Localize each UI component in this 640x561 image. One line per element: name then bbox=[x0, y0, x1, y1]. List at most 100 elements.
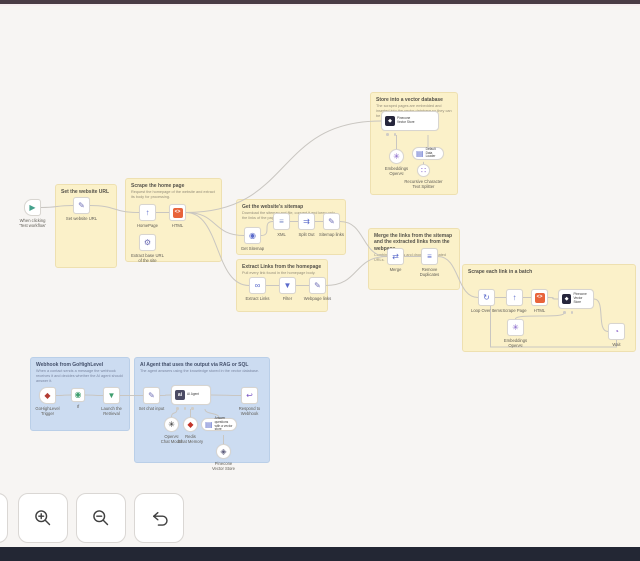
node-set_links[interactable]: ✎ bbox=[309, 277, 326, 294]
document-icon: ≡ bbox=[279, 216, 284, 226]
node-label: Webpage links bbox=[303, 296, 332, 301]
node-http_home[interactable]: ↑ bbox=[139, 204, 156, 221]
node-vs_main[interactable]: ◆ Pinecone Vector Store bbox=[381, 111, 439, 131]
node-label: Wait bbox=[612, 342, 621, 347]
node-label: Redis Chat Memory bbox=[177, 434, 204, 445]
node-emb_batch[interactable]: ✳ bbox=[507, 319, 524, 336]
funnel-icon: ▼ bbox=[107, 390, 116, 400]
undo-button[interactable] bbox=[134, 493, 184, 543]
note-description: Combine both lists and drop the duplicat… bbox=[374, 252, 446, 262]
node-loop[interactable]: ↻ bbox=[478, 289, 495, 306]
node-label: Embeddings OpenAI bbox=[503, 338, 528, 349]
node-set_sitemap[interactable]: ✎ bbox=[323, 213, 340, 230]
node-merge[interactable]: ⇄ bbox=[387, 248, 404, 265]
node-html_home[interactable]: <> bbox=[169, 204, 186, 221]
note-description: When a contact sends a message the webho… bbox=[36, 369, 123, 384]
note-description: Request the homepage of the website and … bbox=[131, 190, 215, 200]
magnifier-plus-icon bbox=[35, 510, 51, 526]
node-filter_msg[interactable]: ▼ bbox=[103, 387, 120, 404]
node-trigger[interactable]: ▶ bbox=[24, 199, 41, 216]
node-set_chat[interactable]: ✎ bbox=[143, 387, 160, 404]
node-extract_links[interactable]: ∞ bbox=[249, 277, 266, 294]
split-out-icon: ⇉ bbox=[303, 216, 310, 226]
node-emb_main[interactable]: ✳ bbox=[389, 149, 404, 164]
robot-icon: ai bbox=[175, 390, 185, 400]
node-filter_links[interactable]: ▼ bbox=[279, 277, 296, 294]
edge-partial-button[interactable] bbox=[0, 493, 8, 543]
note-title: Scrape the home page bbox=[131, 183, 185, 189]
text-splitter-icon: ∷ bbox=[420, 165, 427, 175]
node-set_url[interactable]: ✎ bbox=[73, 197, 90, 214]
node-memory[interactable]: ◆ bbox=[183, 417, 198, 432]
database-icon: ◆ bbox=[562, 294, 572, 304]
node-inner-label: Answer questions with a vector store bbox=[214, 415, 233, 432]
node-if_node[interactable]: ◉ bbox=[71, 388, 85, 402]
clock-icon: ◔ bbox=[614, 326, 619, 336]
node-split_sitemap[interactable]: ⇉ bbox=[298, 213, 315, 230]
node-vs_tool_db[interactable]: ◈ bbox=[216, 444, 231, 459]
merge-icon: ⇄ bbox=[392, 251, 399, 261]
node-label: Remove Duplicates bbox=[419, 267, 440, 278]
workflow-canvas[interactable]: Set the website URL Scrape the home page R… bbox=[0, 0, 640, 561]
node-gh_trigger[interactable]: ◆ bbox=[39, 387, 56, 404]
node-inner-label: AI Agent bbox=[187, 392, 200, 397]
node-vs_batch[interactable]: ◆ Pinecone Vector Store bbox=[558, 289, 594, 309]
node-html_page[interactable]: <> bbox=[531, 289, 548, 306]
note-title: Merge the links from the sitemap and the… bbox=[374, 233, 453, 252]
node-dedupe[interactable]: ≡ bbox=[421, 248, 438, 265]
sub-connector-dots bbox=[176, 407, 194, 410]
embeddings-icon: ✳ bbox=[512, 322, 519, 332]
vector-tool-icon: ▤ bbox=[205, 419, 213, 429]
pencil-icon: ✎ bbox=[328, 216, 335, 226]
http-request-icon: ↑ bbox=[145, 207, 150, 217]
note-title: Webhook from GoHighLevel bbox=[36, 362, 104, 368]
node-code_base[interactable]: ⚙ bbox=[139, 234, 156, 251]
loader-icon: ▤ bbox=[416, 148, 424, 158]
node-loader[interactable]: ▤ Default Data Loader bbox=[412, 147, 444, 160]
node-xml[interactable]: ≡ bbox=[273, 213, 290, 230]
database-icon: ◈ bbox=[220, 446, 227, 456]
node-label: Get Sitemap bbox=[240, 246, 265, 251]
funnel-icon: ▼ bbox=[283, 280, 292, 290]
sub-connector-dots bbox=[563, 311, 573, 314]
node-http_page[interactable]: ↑ bbox=[506, 289, 523, 306]
note-merge[interactable]: Merge the links from the sitemap and the… bbox=[368, 228, 460, 290]
node-inner-label: Pinecone Vector Store bbox=[397, 116, 415, 124]
node-vstool[interactable]: ▤ Answer questions with a vector store bbox=[201, 415, 237, 432]
node-respond[interactable]: ↩ bbox=[241, 387, 258, 404]
note-title: Get the website's sitemap bbox=[242, 204, 304, 210]
remove-duplicates-icon: ≡ bbox=[427, 251, 432, 261]
node-label: Extract base URL of the site bbox=[131, 253, 164, 264]
http-request-icon: ↑ bbox=[512, 292, 517, 302]
loop-icon: ↻ bbox=[483, 292, 490, 302]
node-chat_model[interactable]: ✳ bbox=[164, 417, 179, 432]
pencil-icon: ✎ bbox=[148, 390, 155, 400]
undo-arrow-icon bbox=[152, 511, 168, 526]
node-label: Recursive Character Text Splitter bbox=[404, 179, 443, 190]
magnifier-minus-icon bbox=[93, 510, 109, 526]
node-label: Respond to Webhook bbox=[238, 406, 261, 417]
note-description: The agent answers using the knowledge st… bbox=[140, 369, 260, 374]
crm-trigger-icon: ◆ bbox=[44, 390, 51, 400]
note-description: Pull every link found in the homepage bo… bbox=[242, 271, 316, 276]
if-icon: ◉ bbox=[74, 390, 82, 399]
gear-icon: ⚙ bbox=[143, 237, 152, 247]
pencil-icon: ✎ bbox=[78, 200, 85, 210]
note-title: Scrape each link in a batch bbox=[468, 269, 533, 275]
zoom-out-button[interactable] bbox=[76, 493, 126, 543]
node-splitter_main[interactable]: ∷ bbox=[417, 164, 430, 177]
node-inner-label: Pinecone Vector Store bbox=[573, 292, 587, 304]
memory-icon: ◆ bbox=[187, 419, 194, 429]
node-wait[interactable]: ◔ bbox=[608, 323, 625, 340]
database-icon: ◆ bbox=[385, 116, 395, 126]
zoom-in-button[interactable] bbox=[18, 493, 68, 543]
node-agent[interactable]: ai AI Agent bbox=[171, 385, 211, 405]
note-title: Store into a vector database bbox=[376, 97, 443, 103]
note-title: Set the website URL bbox=[61, 189, 110, 195]
embeddings-icon: ✳ bbox=[393, 151, 400, 161]
html-icon: <> bbox=[172, 207, 183, 218]
pencil-icon: ✎ bbox=[314, 280, 321, 290]
node-label: HTML bbox=[171, 223, 184, 228]
reply-icon: ↩ bbox=[246, 390, 253, 400]
link-icon: ∞ bbox=[254, 280, 261, 290]
